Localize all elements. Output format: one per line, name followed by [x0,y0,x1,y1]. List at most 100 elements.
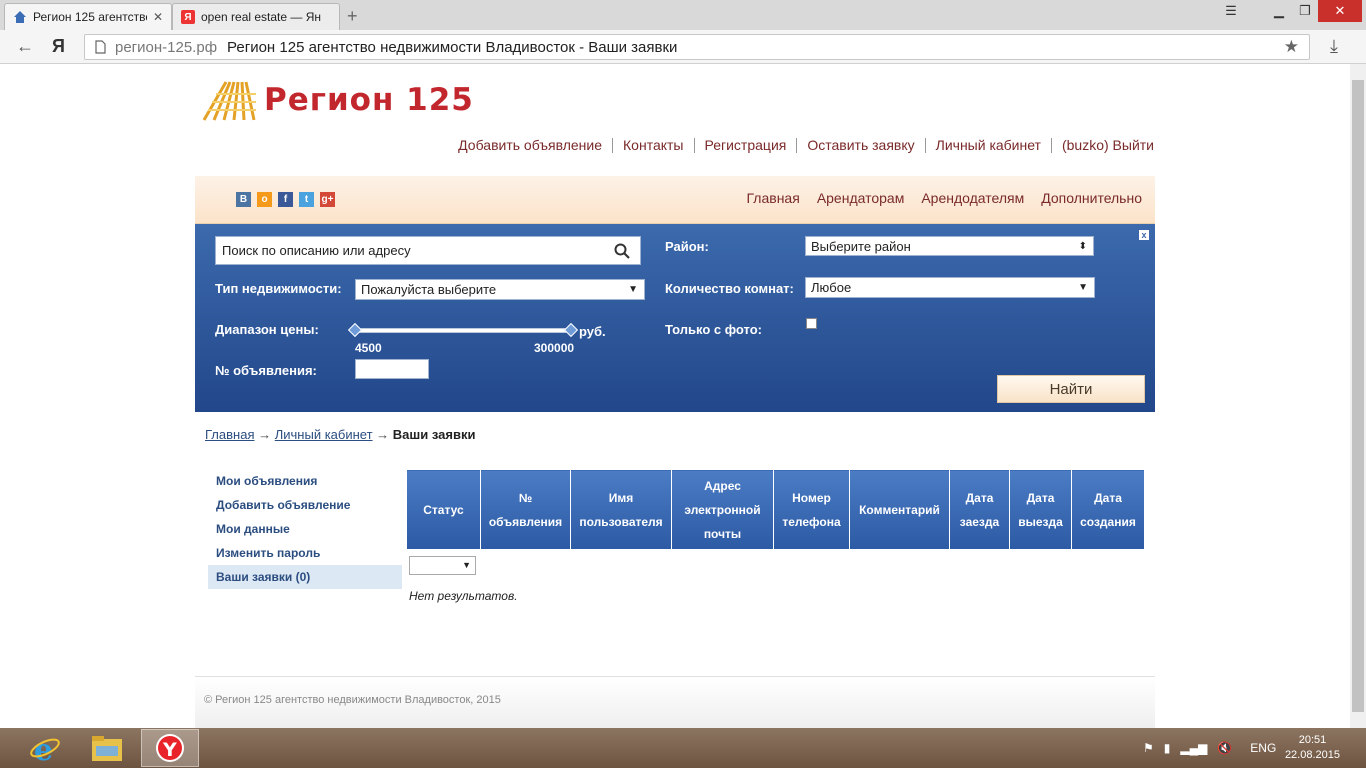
star-bookmark-icon[interactable]: ★ [1284,37,1299,57]
chevron-down-icon: ▼ [628,284,638,295]
col-ad-number[interactable]: № объявления [480,469,571,550]
rooms-select[interactable]: Любое ▼ [805,277,1095,298]
search-icon[interactable] [614,243,630,259]
browser-toolbar: ← Я регион-125.рф Регион 125 агентство н… [0,30,1366,64]
sidemenu-add-listing[interactable]: Добавить объявление [208,493,402,517]
logo-text: Регион 125 [264,82,474,118]
sidemenu-my-listings[interactable]: Мои объявления [208,469,402,493]
price-slider[interactable] [347,322,579,338]
tab-region125[interactable]: Регион 125 агентство ✕ [4,3,172,30]
rooms-value: Любое [811,280,852,295]
price-min-handle[interactable] [347,322,363,338]
google-plus-icon[interactable]: g+ [320,192,335,207]
breadcrumb-cabinet[interactable]: Личный кабинет [275,427,373,442]
breadcrumb-sep: → [376,427,390,442]
breadcrumb-sep: → [258,427,272,442]
nav-leave-request[interactable]: Оставить заявку [797,138,926,153]
vk-icon[interactable]: В [236,192,251,207]
sidemenu-change-password[interactable]: Изменить пароль [208,541,402,565]
price-min-value: 4500 [355,341,382,355]
address-bar[interactable]: регион-125.рф Регион 125 агентство недви… [84,34,1310,60]
internet-explorer-icon[interactable]: e [16,729,74,767]
close-panel-icon[interactable]: x [1139,230,1149,240]
browser-tab-bar: Регион 125 агентство ✕ Я open real estat… [0,0,1366,30]
scrollbar-thumb[interactable] [1352,80,1364,712]
signal-icon[interactable]: ▂▄▆ [1180,741,1207,755]
clock[interactable]: 20:51 22.08.2015 [1285,733,1340,763]
chevron-down-icon: ▼ [462,560,471,570]
sidemenu-my-data[interactable]: Мои данные [208,517,402,541]
svg-text:e: e [34,733,53,764]
district-value: Выберите район [811,238,911,254]
menu-icon[interactable]: ☰ [1218,0,1244,22]
sidemenu-your-requests[interactable]: Ваши заявки (0) [208,565,402,589]
yandex-home-button[interactable]: Я [52,36,65,57]
ad-number-input[interactable] [355,359,429,379]
language-indicator[interactable]: ENG [1250,741,1276,755]
district-select[interactable]: Выберите район ⬍ [805,236,1094,256]
nav-registration[interactable]: Регистрация [695,138,798,153]
battery-icon[interactable]: ▮ [1164,741,1171,755]
price-max-handle[interactable] [563,322,579,338]
close-tab-icon[interactable]: ✕ [153,10,163,24]
back-arrow-icon[interactable]: ← [16,36,34,57]
updown-arrow-icon: ⬍ [1078,240,1087,252]
windows-taskbar: e Y ⚑ ▮ ▂▄▆ 🔇 ENG 20:51 22.08.2015 [0,728,1366,768]
url-domain: регион-125.рф [115,38,218,56]
yandex-icon: Я [181,10,195,24]
nav-add-listing[interactable]: Добавить объявление [448,138,614,153]
mainnav-more[interactable]: Дополнительно [1041,190,1142,206]
col-checkin-date[interactable]: Дата заезда [949,469,1010,550]
system-tray: ⚑ ▮ ▂▄▆ 🔇 ENG [1143,728,1276,768]
district-label: Район: [665,239,709,254]
file-explorer-icon[interactable] [78,729,136,767]
property-type-select[interactable]: Пожалуйста выберите ▼ [355,279,645,300]
clock-date: 22.08.2015 [1284,749,1340,761]
page-viewport: Регион 125 Добавить объявление Контакты … [0,64,1350,728]
breadcrumb-home[interactable]: Главная [205,427,254,442]
col-phone[interactable]: Номер телефона [773,469,850,550]
tab-title: open real estate — Ян [201,10,322,24]
close-window-icon[interactable]: ✕ [1318,0,1362,22]
flag-icon[interactable]: ⚑ [1143,741,1154,755]
photo-only-checkbox[interactable] [806,318,817,329]
minimize-icon[interactable]: ▁ [1266,0,1292,22]
col-created-date[interactable]: Дата создания [1071,469,1145,550]
search-input[interactable]: Поиск по описанию или адресу [215,236,641,265]
find-button[interactable]: Найти [997,375,1145,403]
facebook-icon[interactable]: f [278,192,293,207]
col-email[interactable]: Адрес электронной почты [671,469,774,550]
twitter-icon[interactable]: t [299,192,314,207]
page-scrollbar[interactable] [1350,64,1366,728]
price-max-value: 300000 [534,341,575,355]
tab-yandex-search[interactable]: Я open real estate — Ян [172,3,340,30]
mainnav-landlords[interactable]: Арендодателям [921,190,1024,206]
page-icon [95,40,106,54]
nav-logout[interactable]: (buzko) Выйти [1052,138,1154,153]
speaker-muted-icon[interactable]: 🔇 [1217,741,1232,755]
nav-contacts[interactable]: Контакты [613,138,695,153]
mainnav-home[interactable]: Главная [747,190,800,206]
status-filter-select[interactable]: ▼ [409,556,476,575]
col-comment[interactable]: Комментарий [849,469,950,550]
col-checkout-date[interactable]: Дата выезда [1009,469,1072,550]
account-side-menu: Мои объявления Добавить объявление Мои д… [208,469,402,589]
mainnav-tenants[interactable]: Арендаторам [817,190,905,206]
breadcrumb-current: Ваши заявки [392,427,476,442]
restore-icon[interactable]: ❐ [1292,0,1318,22]
property-type-label: Тип недвижимости: [215,281,342,296]
col-username[interactable]: Имя пользователя [570,469,672,550]
col-status[interactable]: Статус [406,469,481,550]
svg-text:Y: Y [162,739,177,761]
download-icon[interactable]: ⤓ [1330,36,1338,57]
nav-personal-cabinet[interactable]: Личный кабинет [926,138,1052,153]
search-input-text: Поиск по описанию или адресу [222,243,411,258]
top-navigation: Добавить объявление Контакты Регистрация… [448,138,1154,153]
site-footer: © Регион 125 агентство недвижимости Влад… [195,676,1155,728]
odnoklassniki-icon[interactable]: о [257,192,272,207]
new-tab-button[interactable]: + [347,6,358,27]
footer-copyright: © Регион 125 агентство недвижимости Влад… [204,694,501,706]
tab-title: Регион 125 агентство [33,10,147,24]
site-logo[interactable]: Регион 125 [200,78,474,122]
yandex-browser-icon[interactable]: Y [141,729,199,767]
